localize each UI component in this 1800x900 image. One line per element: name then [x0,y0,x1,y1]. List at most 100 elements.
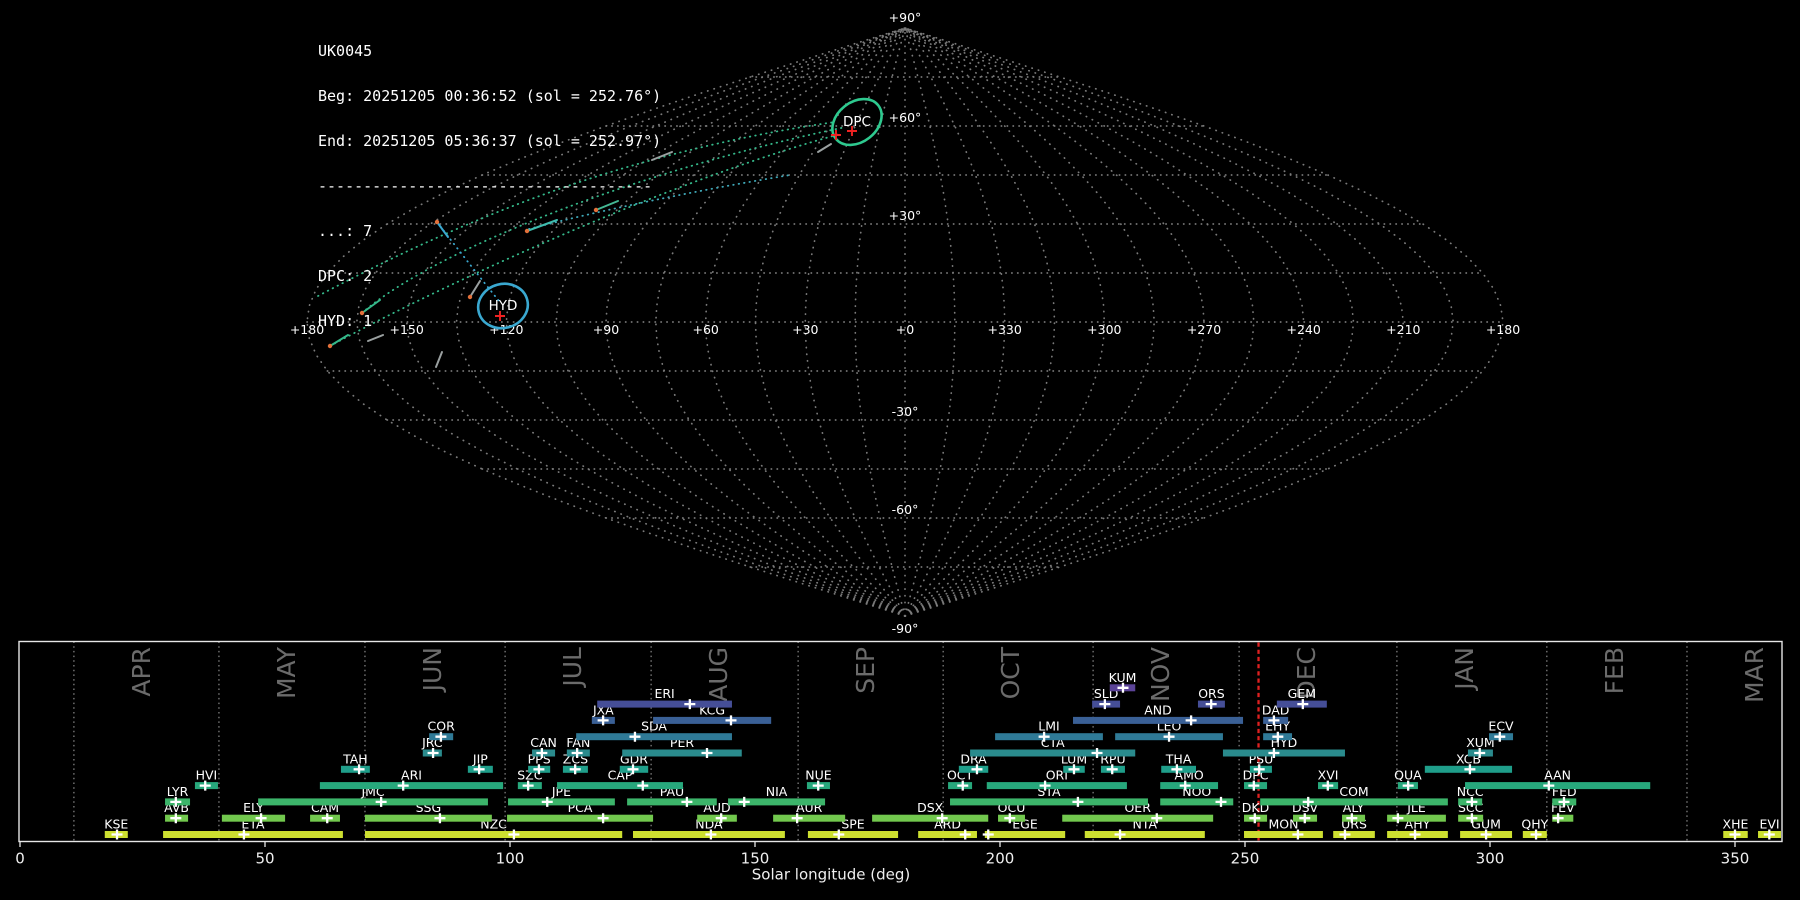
axis-tick-label: 350 [1721,850,1750,868]
shower-bar [557,782,683,790]
hyd-count: HYD: 1 [318,312,373,330]
latitude-label: +60° [889,110,922,125]
shower-entry: COM [1260,784,1448,807]
shower-bar [507,814,654,822]
shower-entry: KSE [104,817,128,840]
shower-label: CAN [530,735,557,750]
latitude-label: -30° [892,404,919,419]
shower-bar [508,798,615,806]
sporadic-count: ...: 7 [318,222,373,240]
month-label: JUN [418,647,447,693]
longitude-label: +300 [1087,322,1121,337]
shower-bar [1062,814,1214,822]
shower-label: DSX [917,800,944,815]
shower-bar [627,798,717,806]
shower-label: HVI [196,768,218,783]
shower-bar [1260,798,1448,806]
shower-entry: XVI [1318,768,1339,791]
shower-label: COM [1339,784,1368,799]
shower-entry: COR [428,719,456,742]
shower-bar [622,749,742,757]
shower-label: NIA [766,784,788,799]
shower-bar [1222,749,1345,757]
month-label: NOV [1146,647,1175,702]
shower-label: KSE [104,817,128,832]
x-axis-label: Solar longitude (deg) [752,866,910,884]
shower-entry: TAH [340,751,370,775]
radiant-group: DPC [831,97,883,147]
longitude-label: +30 [792,322,818,337]
shower-bar [364,831,623,838]
sporadic-trail [817,143,832,153]
x-axis: 0 50 100 150 200 250 300 350Solar longitude (de… [15,841,1750,884]
shower-label: TAH [342,751,368,766]
separator-line: ------------------------------------- [318,177,653,195]
shower-entry: LYR [165,784,191,807]
shower-label: ECV [1488,719,1514,734]
shower-label: KUM [1109,670,1137,685]
shower-entry: ECV [1488,719,1514,742]
longitude-label: +60 [692,322,718,337]
shower-entry: ORS [1197,686,1225,710]
longitude-label: +330 [987,322,1021,337]
month-label: APR [127,647,156,697]
shower-bar [872,814,989,822]
axis-tick-label: 0 [15,850,25,868]
shower-entry: QUA [1394,768,1422,791]
shower-label: GEM [1288,686,1316,701]
activity-chart: APR MAY JUN JUL AUG SEP OCT NOV DEC JAN FEB MARKSE E… [15,640,1783,884]
longitude-label: +210 [1386,322,1420,337]
radiant-label: DPC [843,114,871,130]
month-label: OCT [996,646,1025,699]
shower-bar [970,749,1136,757]
shower-bar [576,733,732,741]
shower-bar [319,782,504,790]
shower-entry: NUE [805,768,832,791]
month-label: MAR [1740,647,1769,703]
shower-label: ERI [654,686,674,701]
shower-bar [986,782,1127,790]
shower-bar [597,700,732,708]
shower-entry: HVI [194,768,218,791]
begin-time-line: Beg: 20251205 00:36:52 (sol = 252.76°) [318,87,662,105]
shower-label: XVI [1318,768,1339,783]
shower-bar [1333,831,1375,838]
shower-bar [807,831,899,838]
shower-entry: EVI [1758,817,1781,840]
axis-tick-label: 200 [986,850,1015,868]
shower-bar [1084,831,1205,838]
south-pole-label: -90° [892,621,919,636]
latitude-label: +30° [889,208,922,223]
shower-label: COR [428,719,456,734]
shower-entry: CAN [530,735,557,758]
axis-tick-label: 50 [255,850,274,868]
longitude-label: +0 [896,322,914,337]
shower-label: AND [1144,702,1172,717]
latitude-label: -60° [892,502,919,517]
shower-label: AAN [1544,768,1571,783]
shower-bar [364,814,492,822]
month-label: AUG [704,647,733,702]
shower-bar [221,814,286,822]
shower-bar [163,831,343,838]
shower-entry: XHE [1723,817,1749,840]
month-label: MAY [272,646,301,699]
shower-bar [984,831,1066,838]
shower-label: THA [1165,751,1192,766]
shower-label: NUE [805,768,831,783]
shower-label: ARI [401,768,422,783]
dpc-count: DPC: 2 [318,267,373,285]
month-label: JAN [1450,647,1479,692]
shower-entry: JIP [467,751,493,775]
shower-entry: THA [1161,751,1196,775]
shower-bar [1073,716,1244,724]
shower-bar [1465,782,1651,790]
shower-label: JIP [472,751,488,766]
shower-entry: QHY [1521,817,1549,840]
end-time-line: End: 20251205 05:36:37 (sol = 252.97°) [318,132,662,150]
longitude-label: +270 [1187,322,1221,337]
shower-label: EVI [1759,817,1779,832]
longitude-label: +240 [1286,322,1320,337]
axis-tick-label: 100 [496,850,525,868]
shower-label: LYR [167,784,189,799]
